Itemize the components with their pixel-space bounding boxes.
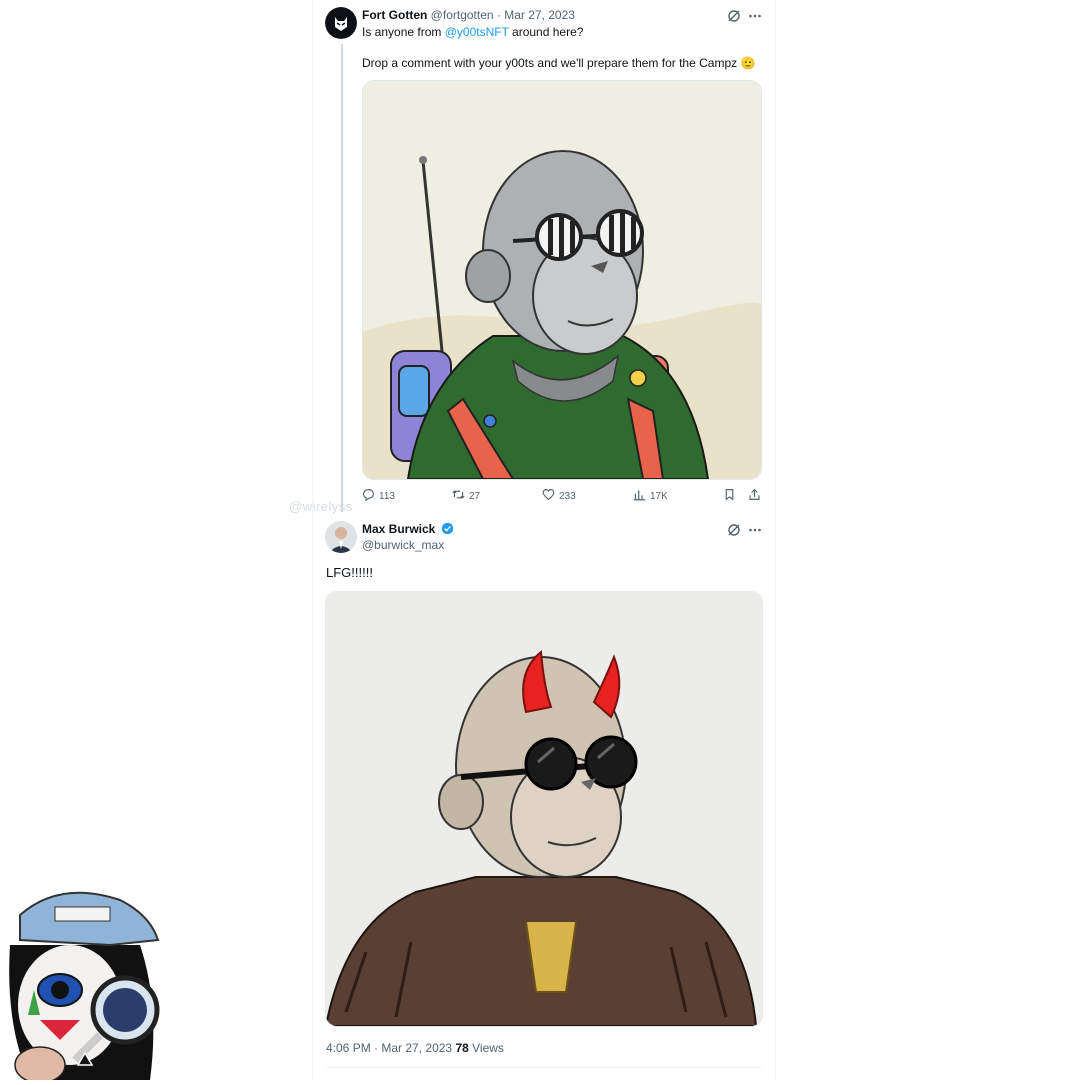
thread-connector-line bbox=[341, 44, 343, 512]
tweet1-handle[interactable]: @fortgotten bbox=[431, 8, 494, 22]
tweet1-mention-link[interactable]: @y00tsNFT bbox=[445, 25, 509, 39]
tweet1-text-line1: Is anyone from @y00tsNFT around here? bbox=[362, 24, 583, 40]
tweet1-text-suffix: around here? bbox=[508, 25, 584, 39]
tweet2-display-name[interactable]: Max Burwick bbox=[362, 522, 435, 536]
tweet1-action-bar: 113 27 233 17K bbox=[362, 488, 762, 504]
tweet1-date[interactable]: Mar 27, 2023 bbox=[504, 8, 575, 22]
tweet2-views-label: Views bbox=[468, 1041, 504, 1055]
tweet1-display-name[interactable]: Fort Gotten bbox=[362, 8, 427, 22]
tweet1-text-prefix: Is anyone from bbox=[362, 25, 445, 39]
watermark-text: @wirelyss bbox=[289, 499, 353, 514]
tweet2-name-row: Max Burwick bbox=[362, 522, 454, 538]
share-button[interactable] bbox=[748, 488, 761, 504]
tweet2-meta: 4:06 PM · Mar 27, 2023 78 Views bbox=[326, 1041, 504, 1055]
tweet2-media-image[interactable] bbox=[325, 591, 763, 1027]
devil-horn-ape-in-fur-coat-image bbox=[326, 592, 762, 1026]
like-count: 233 bbox=[559, 490, 576, 502]
retweet-count: 27 bbox=[469, 490, 481, 502]
like-button[interactable]: 233 bbox=[542, 488, 576, 504]
tweet2-date[interactable]: Mar 27, 2023 bbox=[381, 1041, 452, 1055]
verified-icon bbox=[441, 522, 454, 538]
views-button[interactable]: 17K bbox=[633, 488, 668, 504]
tweet2-text: LFG!!!!!! bbox=[326, 565, 373, 580]
reply-count: 113 bbox=[379, 490, 395, 502]
meta-divider bbox=[326, 1067, 762, 1068]
more-icon[interactable] bbox=[747, 522, 763, 538]
detective-girl-sticker bbox=[0, 885, 165, 1084]
tweet2-handle[interactable]: @burwick_max bbox=[362, 538, 444, 552]
tweet2-separator: · bbox=[370, 1041, 382, 1055]
tweet1-header: Fort Gotten @fortgotten · Mar 27, 2023 bbox=[362, 8, 575, 22]
share-icon bbox=[748, 488, 761, 504]
reply-icon bbox=[362, 488, 375, 504]
grok-icon[interactable] bbox=[726, 522, 742, 538]
tweet1-text-line2: Drop a comment with your y00ts and we'll… bbox=[362, 56, 756, 70]
views-icon bbox=[633, 488, 646, 504]
reply-button[interactable]: 113 bbox=[362, 488, 395, 504]
max-burwick-avatar[interactable] bbox=[325, 521, 357, 553]
tweet1-media-image[interactable] bbox=[362, 80, 762, 480]
tweet2-views-count: 78 bbox=[455, 1041, 469, 1055]
like-icon bbox=[542, 488, 555, 504]
tweet1-separator: · bbox=[493, 8, 505, 22]
grey-ape-with-backpack-image bbox=[363, 81, 761, 479]
bookmark-button[interactable] bbox=[723, 488, 736, 504]
bookmark-icon bbox=[723, 488, 736, 504]
tweet2-time[interactable]: 4:06 PM bbox=[326, 1041, 371, 1055]
grok-icon[interactable] bbox=[726, 8, 742, 24]
retweet-button[interactable]: 27 bbox=[452, 488, 480, 504]
fort-gotten-avatar[interactable] bbox=[325, 7, 357, 39]
views-count: 17K bbox=[650, 490, 668, 502]
more-icon[interactable] bbox=[747, 8, 763, 24]
retweet-icon bbox=[452, 488, 465, 504]
